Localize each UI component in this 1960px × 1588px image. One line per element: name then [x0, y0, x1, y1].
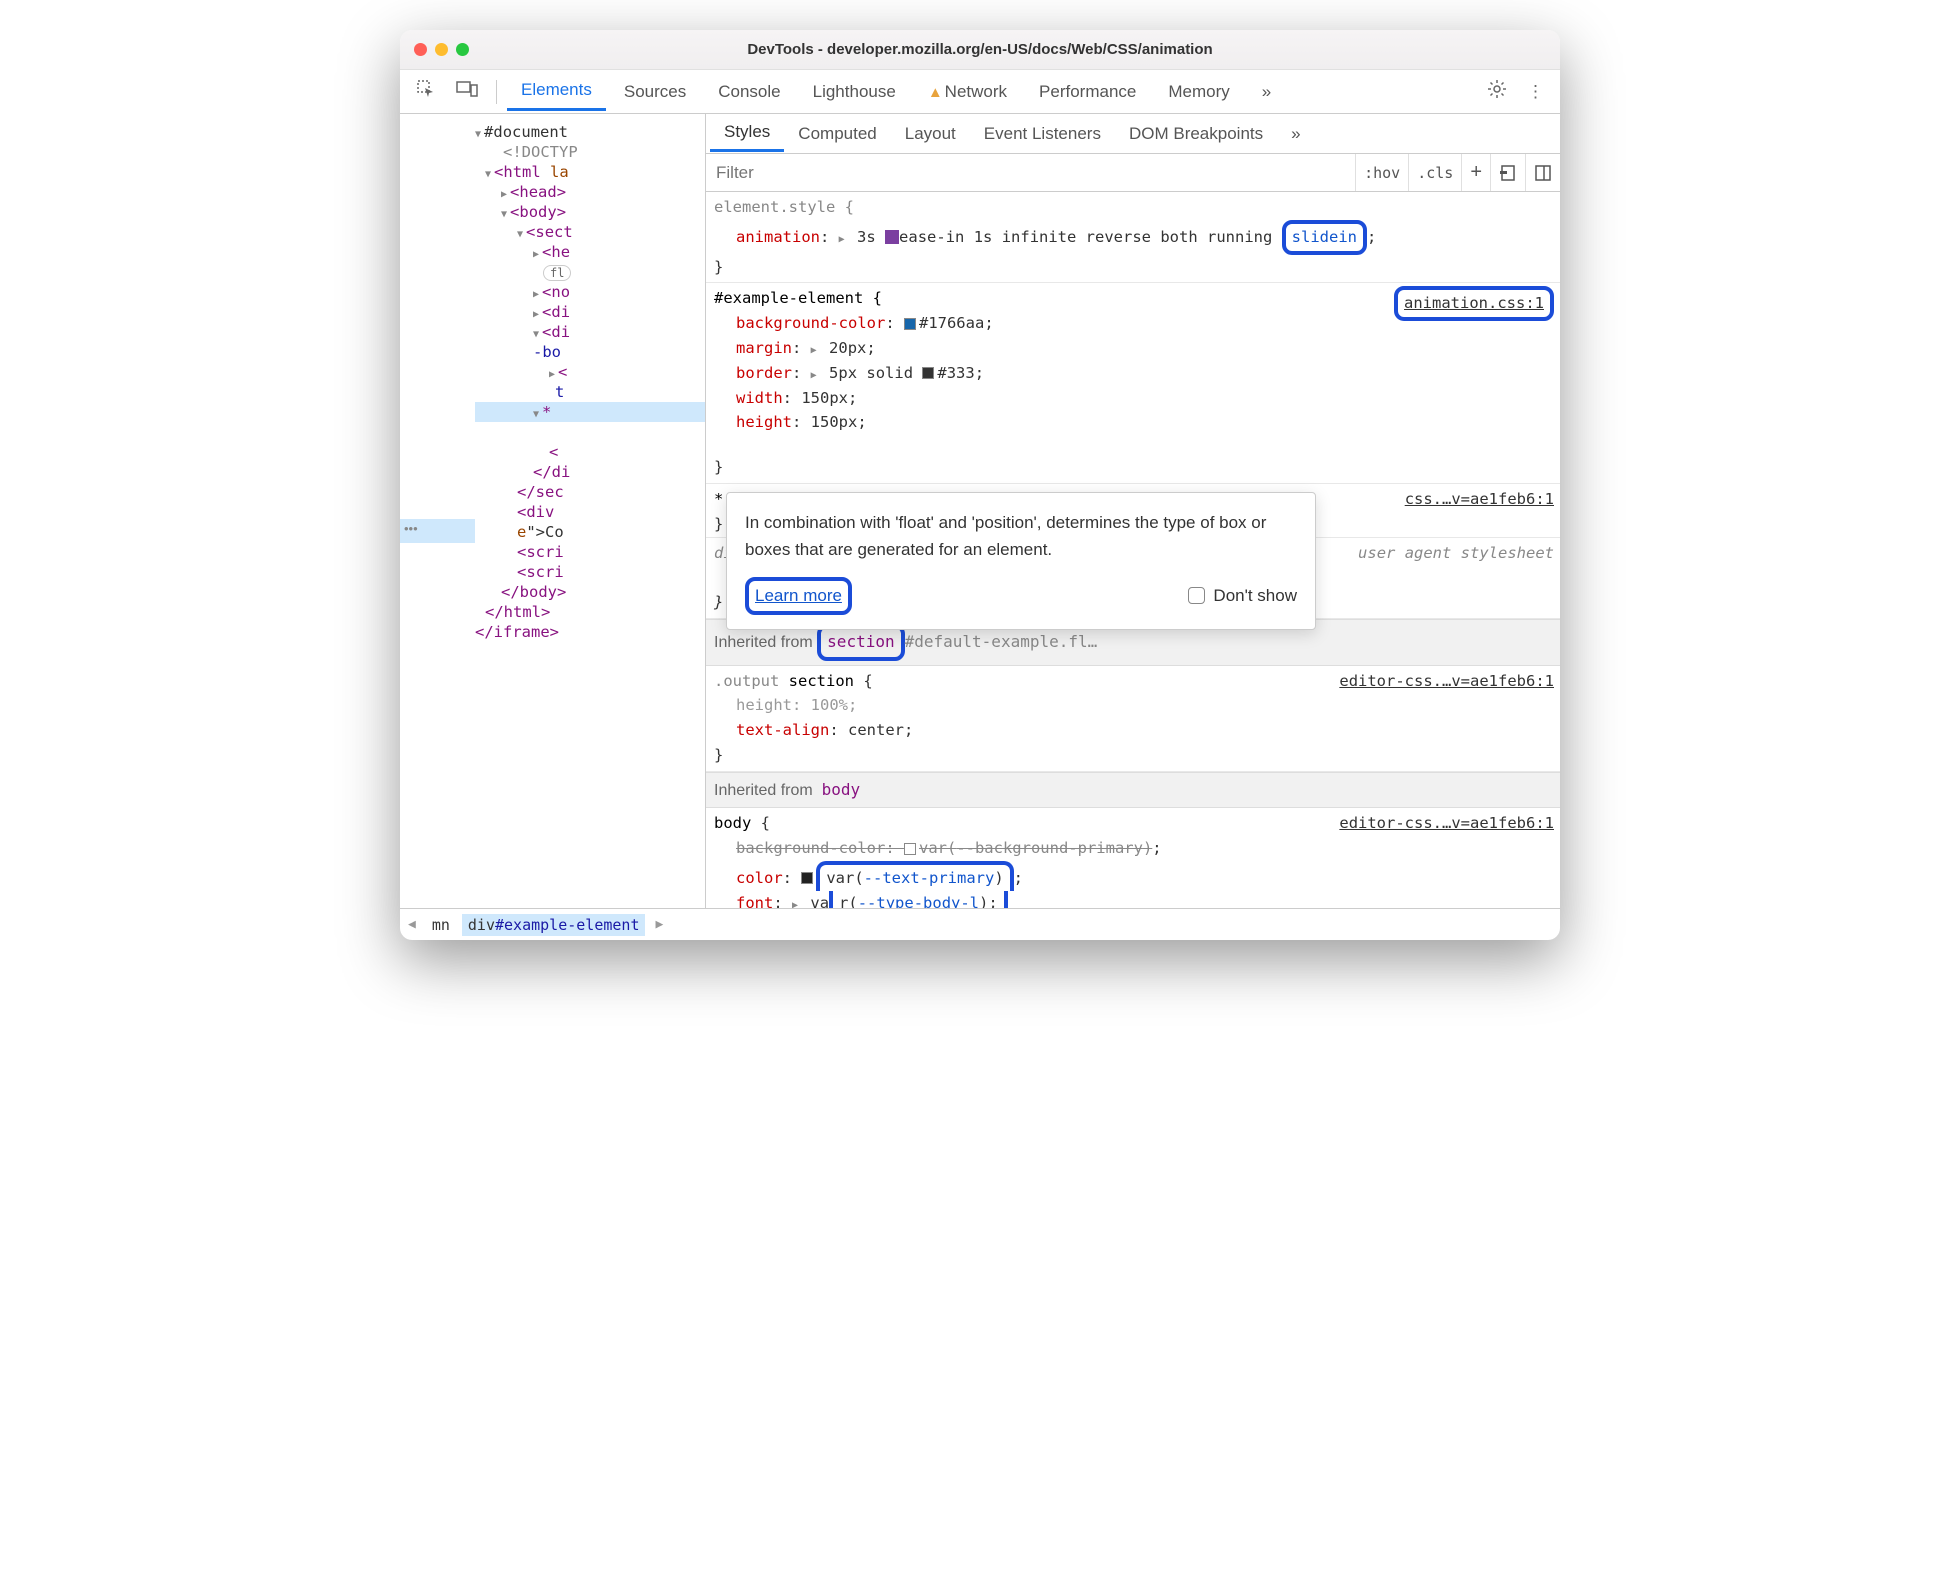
tab-console[interactable]: Console: [704, 74, 794, 110]
breadcrumb-bar[interactable]: ◀ mn div#example-element ▶: [400, 908, 1560, 940]
ua-stylesheet-label: user agent stylesheet: [1358, 541, 1554, 566]
example-element-rule[interactable]: animation.css:1 #example-element { backg…: [706, 283, 1560, 484]
gear-icon[interactable]: [1479, 73, 1515, 110]
window-titlebar: DevTools - developer.mozilla.org/en-US/d…: [400, 30, 1560, 70]
inherited-from-body: Inherited from body: [706, 772, 1560, 809]
computed-sidebar-icon[interactable]: [1525, 154, 1560, 191]
tab-lighthouse[interactable]: Lighthouse: [799, 74, 910, 110]
main-toolbar: Elements Sources Console Lighthouse ▲Net…: [400, 70, 1560, 114]
new-rule-button[interactable]: +: [1461, 154, 1490, 191]
tooltip-text: In combination with 'float' and 'positio…: [745, 509, 1297, 563]
dont-show-checkbox[interactable]: Don't show: [1188, 582, 1297, 609]
chevron-right-icon[interactable]: ▶: [651, 917, 667, 932]
window-title: DevTools - developer.mozilla.org/en-US/d…: [400, 41, 1560, 58]
inspect-element-icon[interactable]: [408, 73, 444, 110]
element-style-rule[interactable]: element.style { animation: ▶ 3s ease-in …: [706, 192, 1560, 283]
left-gutter: •••: [400, 114, 475, 908]
breadcrumb-item[interactable]: mn: [426, 914, 456, 936]
css-var-link[interactable]: var(--text-primary): [816, 861, 1013, 891]
filter-input[interactable]: [706, 154, 1355, 191]
rules-pane[interactable]: element.style { animation: ▶ 3s ease-in …: [706, 192, 1560, 908]
body-rule[interactable]: editor-css.…v=ae1feb6:1 body { backgroun…: [706, 808, 1560, 908]
rendering-icon[interactable]: [1490, 154, 1525, 191]
tab-performance[interactable]: Performance: [1025, 74, 1150, 110]
breadcrumb-item-selected[interactable]: div#example-element: [462, 914, 646, 936]
close-window-button[interactable]: [414, 43, 427, 56]
tab-memory[interactable]: Memory: [1154, 74, 1243, 110]
styles-tabs-overflow[interactable]: »: [1277, 117, 1314, 151]
maximize-window-button[interactable]: [456, 43, 469, 56]
hov-toggle[interactable]: :hov: [1355, 154, 1408, 191]
tooltip-popover: In combination with 'float' and 'positio…: [726, 492, 1316, 630]
tab-sources[interactable]: Sources: [610, 74, 700, 110]
output-section-rule[interactable]: editor-css.…v=ae1feb6:1 .output section …: [706, 666, 1560, 772]
styles-sidebar-tabs: Styles Computed Layout Event Listeners D…: [706, 114, 1560, 154]
css-var-link[interactable]: r(--type-body-l);: [829, 891, 1008, 908]
tab-event-listeners[interactable]: Event Listeners: [970, 117, 1115, 151]
filter-row: :hov .cls +: [706, 154, 1560, 192]
tabs-overflow[interactable]: »: [1248, 74, 1285, 110]
tab-dom-breakpoints[interactable]: DOM Breakpoints: [1115, 117, 1277, 151]
tab-computed[interactable]: Computed: [784, 117, 890, 151]
animation-name-link[interactable]: slidein: [1282, 220, 1367, 255]
device-toolbar-icon[interactable]: [448, 74, 486, 109]
kebab-menu-icon[interactable]: ⋮: [1519, 76, 1552, 108]
tab-elements[interactable]: Elements: [507, 72, 606, 111]
tab-styles[interactable]: Styles: [710, 115, 784, 152]
hover-indicator: •••: [400, 519, 475, 543]
chevron-left-icon[interactable]: ◀: [404, 917, 420, 932]
source-link[interactable]: animation.css:1: [1394, 286, 1554, 321]
warning-icon: ▲: [928, 84, 943, 101]
learn-more-link[interactable]: Learn more: [745, 577, 852, 614]
tab-layout[interactable]: Layout: [891, 117, 970, 151]
source-link[interactable]: editor-css.…v=ae1feb6:1: [1339, 811, 1554, 836]
source-link[interactable]: editor-css.…v=ae1feb6:1: [1339, 669, 1554, 694]
source-link[interactable]: css.…v=ae1feb6:1: [1405, 487, 1554, 512]
cls-toggle[interactable]: .cls: [1408, 154, 1461, 191]
tab-network[interactable]: ▲Network: [914, 74, 1021, 110]
minimize-window-button[interactable]: [435, 43, 448, 56]
dom-tree[interactable]: ▼#document <!DOCTYP ▼<html la ▶<head> ▼<…: [475, 114, 705, 908]
